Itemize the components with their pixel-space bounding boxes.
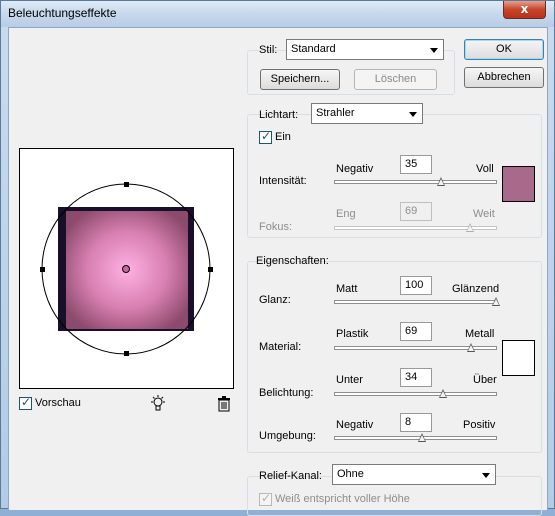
preview-canvas[interactable]	[19, 148, 234, 389]
relief-select[interactable]: Ohne	[332, 464, 496, 485]
focus-slider[interactable]	[334, 223, 497, 232]
gloss-slider[interactable]	[334, 297, 500, 306]
gloss-slider-thumb[interactable]	[492, 297, 500, 306]
preview-checkbox[interactable]: ✓	[19, 395, 32, 410]
light-handle-right[interactable]	[208, 267, 213, 272]
focus-slider-thumb[interactable]	[466, 223, 475, 232]
close-button[interactable]: x	[503, 1, 546, 19]
ambience-input[interactable]: 8	[400, 413, 432, 432]
exposure-max-label: Über	[473, 374, 497, 386]
surface-color-swatch[interactable]	[502, 340, 535, 376]
material-input[interactable]: 69	[400, 322, 432, 341]
relief-select-value: Ohne	[337, 468, 364, 480]
light-handle-bottom[interactable]	[124, 351, 129, 356]
light-on-label: Ein	[275, 131, 291, 143]
cancel-button[interactable]: Abbrechen	[464, 67, 544, 88]
focus-label: Fokus:	[259, 221, 293, 233]
intensity-input[interactable]: 35	[400, 155, 432, 174]
focus-input[interactable]: 69	[400, 202, 432, 221]
material-slider-thumb[interactable]	[467, 343, 476, 352]
material-label: Material:	[259, 341, 302, 353]
preview-image	[40, 182, 213, 356]
white-is-high-label: Weiß entspricht voller Höhe	[275, 493, 410, 505]
material-max-label: Metall	[465, 328, 495, 340]
ambience-min-label: Negativ	[336, 419, 374, 431]
material-slider[interactable]	[334, 343, 497, 352]
save-style-button[interactable]: Speichern...	[260, 69, 340, 90]
focus-max-label: Weit	[473, 208, 495, 220]
chevron-down-icon	[409, 112, 417, 117]
exposure-slider-thumb[interactable]	[438, 389, 447, 398]
window-title: Beleuchtungseffekte	[8, 6, 117, 20]
gloss-min-label: Matt	[336, 283, 358, 295]
checkmark-icon: ✓	[21, 395, 32, 409]
style-select-value: Standard	[291, 43, 336, 55]
light-on-checkbox[interactable]: ✓	[259, 129, 272, 144]
chevron-down-icon	[430, 48, 438, 53]
ambience-slider[interactable]	[334, 433, 497, 442]
intensity-label: Intensität:	[259, 175, 307, 187]
gloss-input[interactable]: 100	[400, 276, 432, 295]
intensity-slider-thumb[interactable]	[437, 177, 446, 186]
ambience-max-label: Positiv	[463, 419, 496, 431]
properties-label: Eigenschaften:	[256, 255, 329, 267]
exposure-label: Belichtung:	[259, 387, 314, 399]
dialog-window: Beleuchtungseffekte x ✓ Vorschau Stil: S…	[0, 0, 555, 516]
intensity-slider[interactable]	[334, 177, 497, 186]
light-handle-top[interactable]	[124, 182, 129, 187]
delete-style-button[interactable]: Löschen	[354, 69, 437, 90]
checkmark-icon: ✓	[261, 129, 272, 143]
chevron-down-icon	[482, 473, 490, 478]
dialog-body: ✓ Vorschau Stil: Standard Speichern... L…	[8, 27, 548, 516]
light-type-select-value: Strahler	[316, 107, 355, 119]
close-icon: x	[520, 2, 529, 16]
light-color-swatch[interactable]	[502, 166, 535, 202]
focus-min-label: Eng	[336, 208, 356, 220]
ambience-label: Umgebung:	[259, 430, 316, 442]
ambience-slider-thumb[interactable]	[417, 433, 426, 442]
exposure-input[interactable]: 34	[400, 368, 432, 387]
white-is-high-checkbox[interactable]: ✓	[259, 491, 272, 506]
light-center-handle[interactable]	[122, 265, 130, 273]
title-bar[interactable]: Beleuchtungseffekte x	[1, 1, 554, 27]
light-type-select[interactable]: Strahler	[311, 103, 423, 124]
gloss-max-label: Glänzend	[452, 283, 500, 295]
intensity-min-label: Negativ	[336, 163, 374, 175]
material-min-label: Plastik	[336, 328, 369, 340]
style-label: Stil:	[259, 44, 278, 56]
lightbulb-icon[interactable]	[150, 395, 168, 413]
preview-label: Vorschau	[35, 397, 81, 409]
light-type-label: Lichtart:	[259, 109, 299, 121]
gloss-label: Glanz:	[259, 294, 291, 306]
checkmark-icon: ✓	[261, 491, 272, 505]
style-select[interactable]: Standard	[286, 39, 444, 60]
ok-button[interactable]: OK	[464, 39, 544, 60]
intensity-max-label: Voll	[476, 163, 494, 175]
light-handle-left[interactable]	[40, 267, 45, 272]
trash-icon[interactable]	[217, 396, 231, 412]
relief-label: Relief-Kanal:	[259, 470, 322, 482]
exposure-slider[interactable]	[334, 389, 497, 398]
exposure-min-label: Unter	[336, 374, 363, 386]
